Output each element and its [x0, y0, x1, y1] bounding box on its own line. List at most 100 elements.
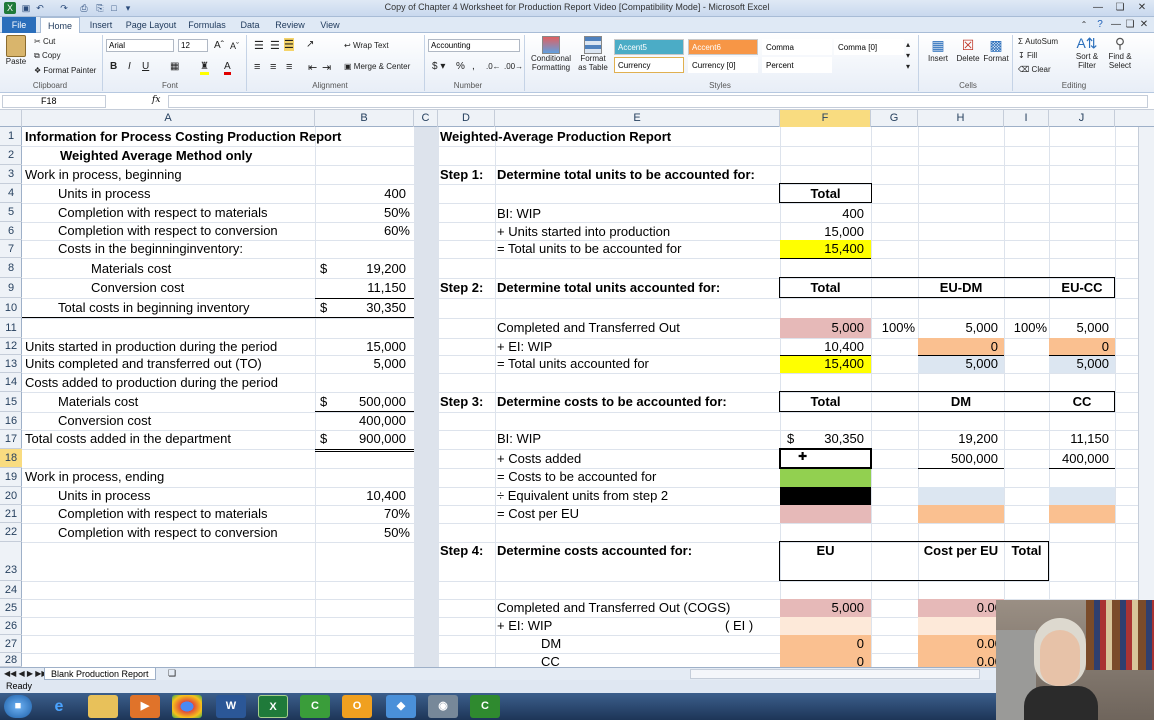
decrease-indent-icon[interactable]: ⇤ — [308, 61, 317, 74]
column-header-g[interactable]: G — [871, 110, 918, 127]
ie-icon[interactable]: e — [44, 695, 74, 718]
styles-scroll-icon[interactable]: ▴ ▾ ▾ — [906, 39, 910, 72]
row-header[interactable]: 23 — [0, 542, 22, 581]
format-cells-button[interactable]: ▩ Format — [982, 37, 1010, 63]
find-select-button[interactable]: ⚲ Find & Select — [1104, 35, 1136, 70]
row-header[interactable]: 19 — [0, 468, 22, 487]
ribbon-minimize-icon[interactable]: ⌃ — [1076, 18, 1092, 32]
column-header-a[interactable]: A — [22, 110, 315, 127]
row-header[interactable]: 8 — [0, 258, 22, 278]
active-cell-f18[interactable] — [779, 448, 872, 469]
percent-icon[interactable]: % — [456, 61, 465, 72]
merge-center-button[interactable]: ▣ Merge & Center — [344, 62, 410, 71]
column-header-e[interactable]: E — [495, 110, 780, 127]
vpn-icon[interactable]: ◆ — [386, 695, 416, 718]
row-header[interactable]: 15 — [0, 392, 22, 412]
sheet-nav-icon[interactable]: ◀◀ ◀ ▶ ▶▶ — [4, 669, 48, 678]
camtasia-recorder-icon[interactable]: C — [470, 695, 500, 718]
row-header[interactable]: 14 — [0, 373, 22, 392]
row-header[interactable]: 4 — [0, 184, 22, 203]
tab-review[interactable]: Review — [270, 17, 310, 33]
restore-button[interactable]: ❏ — [1112, 1, 1128, 15]
style-currency-0[interactable]: Currency [0] — [688, 57, 758, 73]
explorer-icon[interactable] — [88, 695, 118, 718]
name-box[interactable]: F18 — [2, 95, 106, 108]
word-icon[interactable]: W — [216, 695, 246, 718]
shrink-font-icon[interactable]: Aˇ — [230, 41, 239, 51]
chrome-icon[interactable] — [172, 695, 202, 718]
tab-formulas[interactable]: Formulas — [184, 17, 230, 33]
borders-icon[interactable]: ▦ — [170, 61, 179, 72]
increase-decimal-icon[interactable]: .0← — [486, 62, 501, 71]
webcam-icon[interactable]: ◉ — [428, 695, 458, 718]
outlook-icon[interactable]: O — [342, 695, 372, 718]
row-header[interactable]: 10 — [0, 298, 22, 318]
style-percent[interactable]: Percent — [762, 57, 832, 73]
row-header[interactable]: 21 — [0, 505, 22, 523]
doc-close-button[interactable]: ✕ — [1136, 18, 1152, 32]
column-header-h[interactable]: H — [918, 110, 1004, 127]
sheet-tab-blank-production-report[interactable]: Blank Production Report — [44, 668, 156, 680]
close-button[interactable]: ✕ — [1134, 1, 1150, 15]
style-accent5[interactable]: Accent5 — [614, 39, 684, 55]
column-header-i[interactable]: I — [1004, 110, 1049, 127]
font-color-icon[interactable]: A — [224, 61, 231, 75]
format-as-table-button[interactable]: Format as Table — [576, 36, 610, 72]
bold-button[interactable]: B — [110, 61, 117, 72]
fill-button[interactable]: ↧ Fill — [1018, 51, 1037, 60]
clear-button[interactable]: ⌫ Clear — [1018, 65, 1051, 74]
formula-input[interactable] — [168, 95, 1148, 108]
grow-font-icon[interactable]: Aˆ — [214, 40, 224, 51]
row-header[interactable]: 7 — [0, 240, 22, 258]
row-header[interactable]: 25 — [0, 599, 22, 617]
row-header[interactable]: 1 — [0, 127, 22, 146]
camtasia-icon[interactable]: C — [300, 695, 330, 718]
row-header[interactable]: 12 — [0, 338, 22, 355]
insert-sheet-icon[interactable]: ❏ — [168, 668, 176, 679]
copy-button[interactable]: ⧉ Copy — [34, 51, 61, 61]
row-header[interactable]: 17 — [0, 430, 22, 449]
style-currency[interactable]: Currency — [614, 57, 684, 73]
row-header[interactable]: 13 — [0, 355, 22, 373]
worksheet-grid[interactable]: ✚ Information for Process Costing Produc… — [22, 127, 1154, 667]
help-icon[interactable]: ? — [1092, 18, 1108, 32]
align-top-icon[interactable]: ☰ — [254, 39, 264, 52]
delete-cells-button[interactable]: ☒ Delete — [954, 37, 982, 63]
row-header[interactable]: 22 — [0, 523, 22, 542]
cut-button[interactable]: ✂ Cut — [34, 37, 55, 46]
align-right-icon[interactable]: ≡ — [286, 61, 292, 73]
row-header[interactable]: 16 — [0, 412, 22, 430]
row-header[interactable]: 11 — [0, 318, 22, 338]
formula-fx-icon[interactable]: fx — [152, 95, 160, 105]
style-accent6[interactable]: Accent6 — [688, 39, 758, 55]
row-header[interactable]: 28 — [0, 653, 22, 667]
number-format-select[interactable]: Accounting — [428, 39, 520, 52]
fill-color-icon[interactable]: ♜ — [200, 61, 209, 75]
row-header[interactable]: 27 — [0, 635, 22, 653]
tab-file[interactable]: File — [2, 17, 36, 33]
tab-view[interactable]: View — [314, 17, 346, 33]
excel-icon[interactable]: X — [258, 695, 288, 718]
align-bottom-icon[interactable]: ☰ — [284, 38, 294, 51]
row-header[interactable]: 18 — [0, 449, 22, 468]
currency-icon[interactable]: $ ▾ — [432, 61, 445, 72]
row-header[interactable]: 20 — [0, 487, 22, 505]
tab-home[interactable]: Home — [40, 17, 80, 34]
increase-indent-icon[interactable]: ⇥ — [322, 61, 331, 74]
font-size-select[interactable]: 12 — [178, 39, 208, 52]
row-header[interactable]: 2 — [0, 146, 22, 165]
horizontal-scrollbar[interactable] — [690, 669, 980, 679]
select-all-corner[interactable] — [0, 110, 22, 127]
autosum-button[interactable]: Σ AutoSum — [1018, 37, 1058, 46]
orientation-icon[interactable]: ↗ — [306, 39, 314, 50]
column-header-j[interactable]: J — [1049, 110, 1115, 127]
style-comma-0[interactable]: Comma [0] — [834, 39, 904, 55]
comma-icon[interactable]: , — [472, 61, 475, 72]
tab-page-layout[interactable]: Page Layout — [122, 17, 180, 33]
sort-filter-button[interactable]: A⇅ Sort & Filter — [1072, 35, 1102, 70]
row-header[interactable]: 9 — [0, 278, 22, 298]
media-player-icon[interactable]: ▶ — [130, 695, 160, 718]
conditional-formatting-button[interactable]: Conditional Formatting — [528, 36, 574, 72]
wrap-text-button[interactable]: ↩ Wrap Text — [344, 41, 389, 50]
align-middle-icon[interactable]: ☰ — [270, 39, 280, 52]
